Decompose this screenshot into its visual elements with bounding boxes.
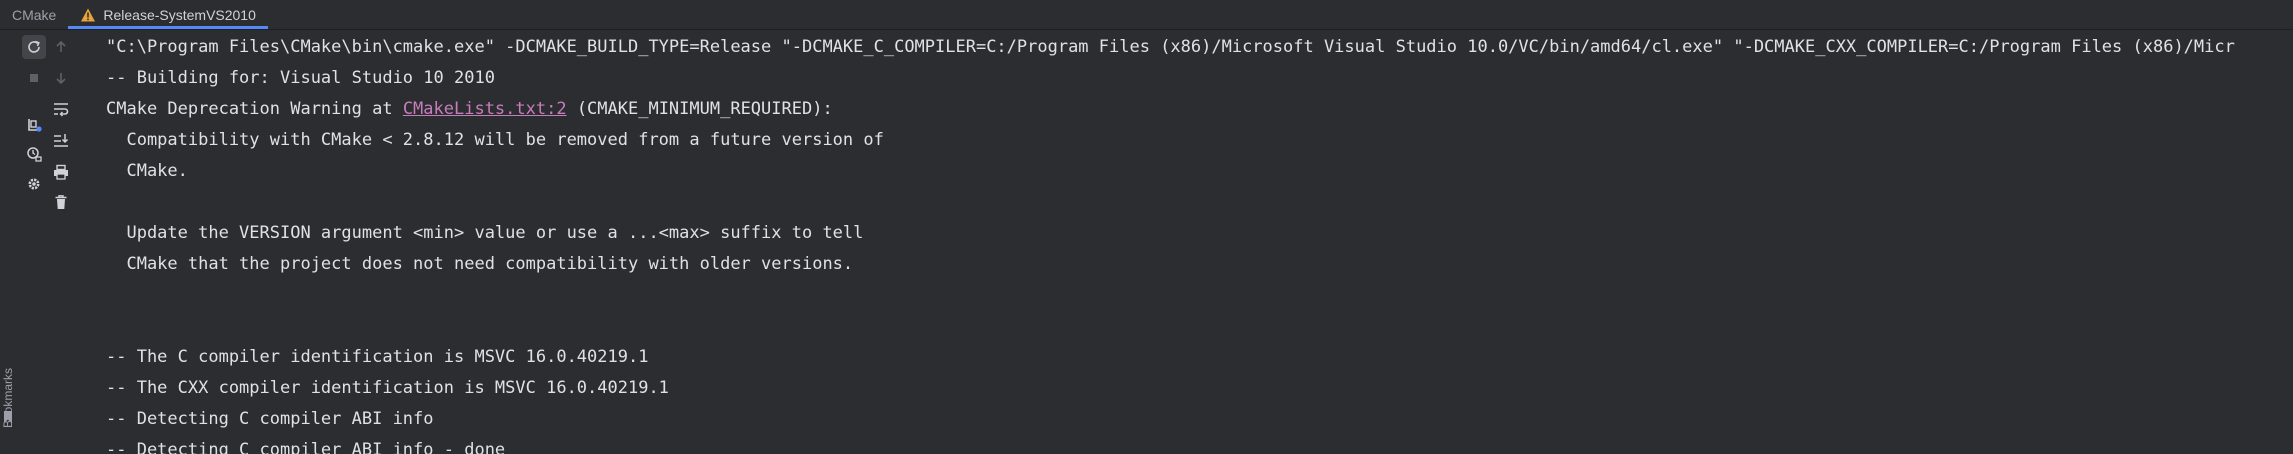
reload-icon xyxy=(27,147,42,162)
rerun-icon xyxy=(28,40,40,53)
delete-button[interactable] xyxy=(49,190,73,214)
tab-bar: CMake Release-SystemVS2010 xyxy=(0,0,2293,30)
console-line: CMake. xyxy=(106,161,188,181)
soft-wrap-icon xyxy=(54,103,69,117)
delete-icon xyxy=(55,195,67,209)
cmake-tool-window: CMake Release-SystemVS2010 Bookmarks "C:… xyxy=(0,0,2293,454)
settings-icon xyxy=(28,178,40,190)
clear-cache-icon xyxy=(28,119,42,132)
cmakelists-link[interactable]: CMakeLists.txt:2 xyxy=(403,99,567,119)
warning-icon xyxy=(81,8,96,21)
console-line: -- Building for: Visual Studio 10 2010 xyxy=(106,68,495,88)
warning-suffix: (CMAKE_MINIMUM_REQUIRED): xyxy=(566,99,833,119)
scroll-down-icon xyxy=(56,73,66,85)
console-line: CMake Deprecation Warning at CMakeLists.… xyxy=(106,94,833,125)
console-line: "C:\Program Files\CMake\bin\cmake.exe" -… xyxy=(106,37,2235,57)
tab-release-systemvs2010[interactable]: Release-SystemVS2010 xyxy=(68,0,268,29)
console-line: CMake that the project does not need com… xyxy=(106,254,854,274)
stop-icon xyxy=(30,74,38,82)
print-button[interactable] xyxy=(49,160,73,184)
reload-project-button[interactable] xyxy=(22,142,46,166)
soft-wrap-button[interactable] xyxy=(49,97,73,121)
tab-label: CMake xyxy=(12,6,57,23)
bookmark-icon xyxy=(4,411,12,423)
scroll-up-icon xyxy=(56,40,66,52)
scroll-to-end-button[interactable] xyxy=(49,128,73,152)
scroll-up-button[interactable] xyxy=(49,35,73,59)
bookmarks-panel-button[interactable]: Bookmarks xyxy=(0,328,18,428)
console-line: -- The C compiler identification is MSVC… xyxy=(106,347,649,367)
scroll-to-end-icon xyxy=(54,134,69,147)
settings-button[interactable] xyxy=(22,172,46,196)
console-output[interactable]: "C:\Program Files\CMake\bin\cmake.exe" -… xyxy=(100,30,2293,454)
tab-cmake[interactable]: CMake xyxy=(0,0,68,29)
console-line: Update the VERSION argument <min> value … xyxy=(106,223,864,243)
console-line: Compatibility with CMake < 2.8.12 will b… xyxy=(106,130,884,150)
console-line: -- The CXX compiler identification is MS… xyxy=(106,378,669,398)
console-toolbar xyxy=(18,30,100,454)
left-tool-strip: Bookmarks xyxy=(0,30,19,454)
warning-prefix: CMake Deprecation Warning at xyxy=(106,99,403,119)
console-line: -- Detecting C compiler ABI info xyxy=(106,409,434,429)
rerun-button[interactable] xyxy=(22,35,46,59)
tab-label: Release-SystemVS2010 xyxy=(103,6,256,23)
scroll-down-button[interactable] xyxy=(49,66,73,90)
stop-button[interactable] xyxy=(22,66,46,90)
console-line: -- Detecting C compiler ABI info - done xyxy=(106,440,506,454)
print-icon xyxy=(54,164,68,180)
clear-cache-button[interactable] xyxy=(22,113,46,137)
